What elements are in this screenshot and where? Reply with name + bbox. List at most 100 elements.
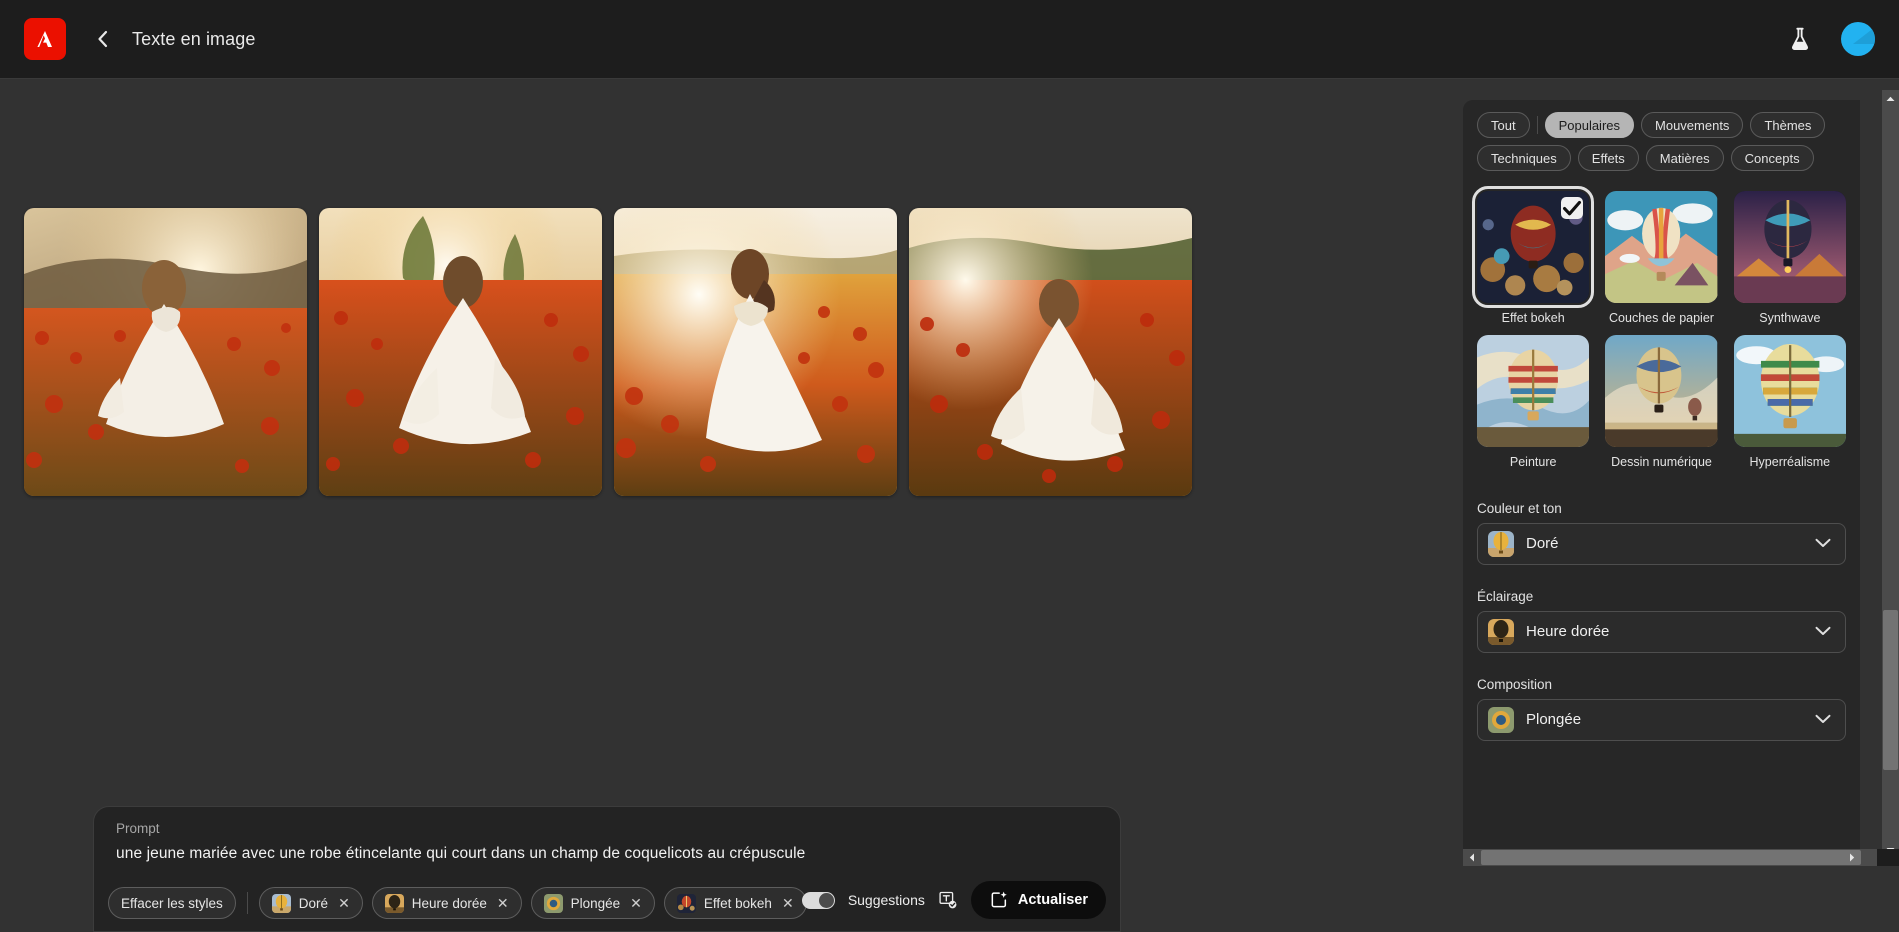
select-couleur-et-ton[interactable]: Doré [1477,523,1846,565]
balloon-thumb-icon [1488,531,1514,557]
beaker-flask-icon[interactable] [1787,26,1813,52]
style-thumbnail-grid: Effet bokeh [1463,191,1860,471]
select-value: Heure dorée [1526,623,1803,640]
style-chip-label: Plongée [571,896,621,911]
prompt-input[interactable]: une jeune mariée avec une robe étincelan… [116,845,1098,863]
page-title: Texte en image [132,29,255,50]
styles-panel: Tout Populaires Mouvements Thèmes Techni… [1463,100,1860,880]
section-title-composition: Composition [1463,677,1860,692]
chevron-down-icon [1815,624,1831,639]
prompt-card: Prompt une jeune mariée avec une robe ét… [93,806,1121,932]
style-chip-effet-bokeh[interactable]: Effet bokeh ✕ [664,887,807,919]
balloon-thumb-icon [272,894,291,913]
generated-image-tile[interactable] [319,208,602,496]
back-button[interactable] [88,25,116,53]
results-canvas: Prompt une jeune mariée avec une robe ét… [0,79,1463,880]
style-card-dessin-numerique[interactable]: Dessin numérique [1605,335,1717,471]
style-thumbnail [1605,191,1717,303]
chevron-left-icon [96,30,109,48]
style-chip-plongee[interactable]: Plongée ✕ [531,887,655,919]
style-chip-label: Effet bokeh [704,896,772,911]
tab-effets[interactable]: Effets [1578,145,1639,171]
panel-horizontal-scrollbar[interactable] [1463,849,1882,866]
style-chip-label: Heure dorée [412,896,487,911]
style-card-effet-bokeh[interactable]: Effet bokeh [1477,191,1589,327]
style-label: Effet bokeh [1477,311,1589,327]
filter-tabs: Tout Populaires Mouvements Thèmes Techni… [1463,112,1860,171]
style-label: Dessin numérique [1605,455,1717,471]
close-icon[interactable]: ✕ [782,895,794,912]
app-header: Texte en image [0,0,1899,79]
scroll-left-arrow-icon[interactable] [1463,849,1480,866]
tab-tout[interactable]: Tout [1477,112,1530,138]
tab-themes[interactable]: Thèmes [1750,112,1825,138]
refresh-button[interactable]: Actualiser [971,881,1106,919]
style-label: Couches de papier [1605,311,1717,327]
style-chip-label: Doré [299,896,328,911]
tab-concepts[interactable]: Concepts [1731,145,1814,171]
style-thumbnail [1734,335,1846,447]
close-icon[interactable]: ✕ [630,895,642,912]
select-eclairage[interactable]: Heure dorée [1477,611,1846,653]
style-card-peinture[interactable]: Peinture [1477,335,1589,471]
panel-bottom-strip [1463,866,1899,880]
tab-separator [1537,116,1538,134]
clear-styles-button[interactable]: Effacer les styles [108,887,236,919]
text-check-icon[interactable] [938,890,958,910]
style-chip-dore[interactable]: Doré ✕ [259,887,363,919]
tab-techniques[interactable]: Techniques [1477,145,1571,171]
prompt-actions: Suggestions Actualiser [802,881,1106,919]
generated-image-tile[interactable] [909,208,1192,496]
horizontal-scrollbar-thumb[interactable] [1481,850,1861,865]
avatar[interactable] [1841,22,1875,56]
sparkle-image-icon [989,890,1009,910]
style-thumbnail [1477,191,1589,303]
header-actions [1787,22,1875,56]
style-card-hyperrealisme[interactable]: Hyperréalisme [1734,335,1846,471]
tab-populaires[interactable]: Populaires [1545,112,1634,138]
balloon-thumb-icon [1488,619,1514,645]
tab-mouvements[interactable]: Mouvements [1641,112,1743,138]
balloon-thumb-icon [1488,707,1514,733]
select-composition[interactable]: Plongée [1477,699,1846,741]
suggestions-label: Suggestions [848,892,925,908]
balloon-thumb-icon [385,894,404,913]
generated-image-tile[interactable] [614,208,897,496]
style-card-couches-de-papier[interactable]: Couches de papier [1605,191,1717,327]
balloon-thumb-icon [677,894,696,913]
filter-tabs-row-1: Tout Populaires Mouvements Thèmes [1477,112,1846,138]
scrollbar-corner [1877,849,1899,866]
select-value: Doré [1526,535,1803,552]
prompt-label: Prompt [116,821,1098,836]
balloon-thumb-icon [544,894,563,913]
check-icon [1561,197,1583,219]
select-value: Plongée [1526,711,1803,728]
style-label: Synthwave [1734,311,1846,327]
style-chip-heure-doree[interactable]: Heure dorée ✕ [372,887,522,919]
generated-image-tile[interactable] [24,208,307,496]
clear-styles-label: Effacer les styles [121,896,223,911]
close-icon[interactable]: ✕ [497,895,509,912]
tab-matieres[interactable]: Matières [1646,145,1724,171]
chevron-down-icon [1815,536,1831,551]
refresh-label: Actualiser [1018,892,1088,908]
scroll-up-arrow-icon[interactable] [1882,90,1899,107]
generated-image-grid [24,208,1192,496]
section-title-couleur-et-ton: Couleur et ton [1463,501,1860,516]
style-thumbnail [1734,191,1846,303]
panel-vertical-scrollbar[interactable] [1882,90,1899,858]
style-chips-row: Effacer les styles Doré ✕ Heure dorée ✕ [108,887,807,919]
chip-divider [247,892,248,914]
adobe-logo-icon[interactable] [24,18,66,60]
chevron-down-icon [1815,712,1831,727]
suggestions-toggle[interactable] [802,892,835,909]
close-icon[interactable]: ✕ [338,895,350,912]
style-card-synthwave[interactable]: Synthwave [1734,191,1846,327]
section-title-eclairage: Éclairage [1463,589,1860,604]
style-thumbnail [1477,335,1589,447]
style-thumbnail [1605,335,1717,447]
style-label: Peinture [1477,455,1589,471]
filter-tabs-row-2: Techniques Effets Matières Concepts [1477,145,1846,171]
vertical-scrollbar-thumb[interactable] [1883,610,1898,770]
scroll-right-arrow-icon[interactable] [1843,849,1860,866]
